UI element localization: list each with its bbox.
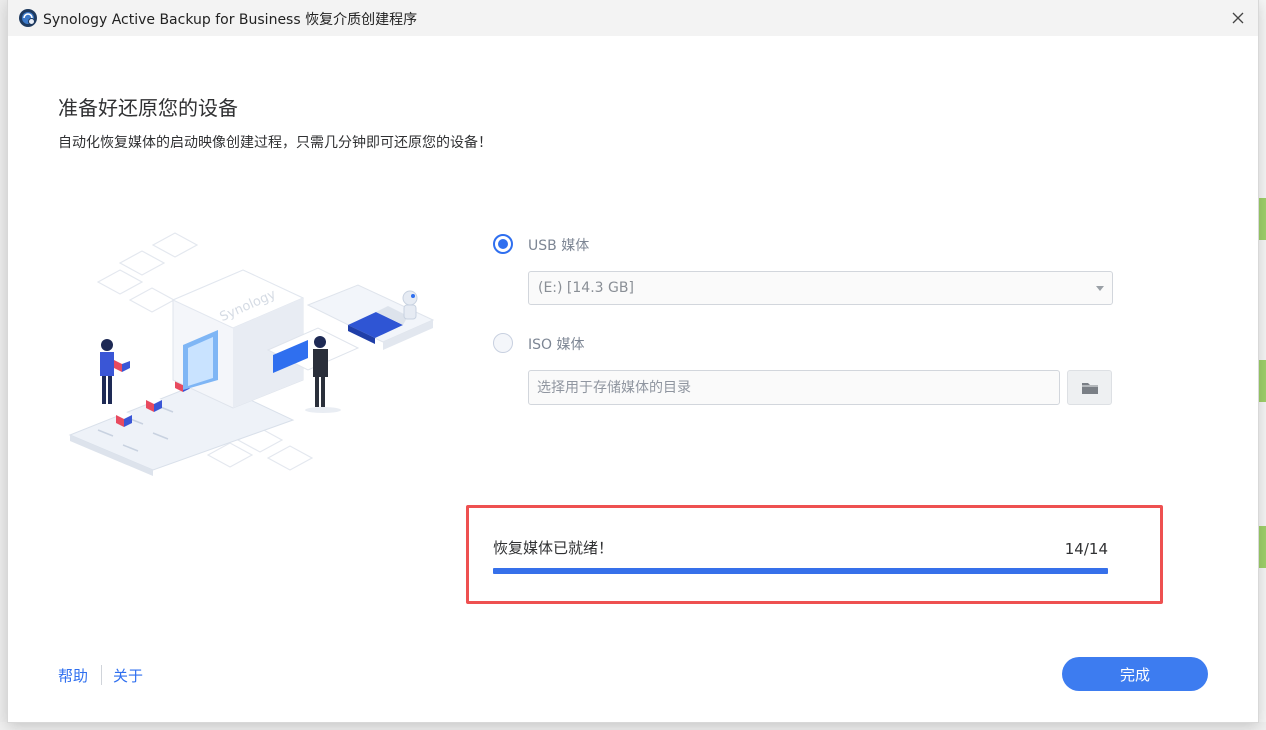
page-subtitle: 自动化恢复媒体的启动映像创建过程，只需几分钟即可还原您的设备！ bbox=[58, 135, 492, 151]
footer-divider bbox=[101, 665, 102, 685]
background-green-tab bbox=[1258, 360, 1266, 402]
progress-step-count: 14/14 bbox=[1064, 540, 1108, 558]
page-title: 准备好还原您的设备 bbox=[58, 96, 238, 120]
chevron-down-icon bbox=[1096, 286, 1104, 291]
usb-drive-value: (E:) [14.3 GB] bbox=[538, 280, 634, 296]
finish-button[interactable]: 完成 bbox=[1062, 657, 1208, 691]
close-button[interactable] bbox=[1224, 4, 1252, 32]
usb-media-label[interactable]: USB 媒体 bbox=[528, 235, 589, 255]
iso-media-label[interactable]: ISO 媒体 bbox=[528, 334, 585, 354]
restore-illustration: Synology bbox=[68, 232, 435, 476]
progress-bar-fill bbox=[493, 568, 1108, 574]
browse-folder-button[interactable] bbox=[1067, 370, 1112, 405]
about-link[interactable]: 关于 bbox=[113, 665, 143, 686]
usb-media-radio[interactable] bbox=[493, 234, 513, 254]
usb-drive-select[interactable]: (E:) [14.3 GB] bbox=[528, 271, 1113, 305]
progress-bar bbox=[493, 568, 1108, 574]
window-title: Synology Active Backup for Business 恢复介质… bbox=[43, 12, 418, 28]
background-green-tab bbox=[1258, 526, 1266, 568]
recovery-media-dialog: Synology Active Backup for Business 恢复介质… bbox=[8, 0, 1258, 722]
background-app-bottom bbox=[0, 722, 1266, 730]
progress-status-text: 恢复媒体已就绪！ bbox=[493, 539, 614, 557]
iso-media-radio[interactable] bbox=[493, 333, 513, 353]
background-green-tab bbox=[1258, 198, 1266, 240]
help-link[interactable]: 帮助 bbox=[58, 665, 88, 686]
title-bar: Synology Active Backup for Business 恢复介质… bbox=[8, 0, 1258, 36]
app-logo-icon bbox=[19, 9, 37, 27]
close-icon bbox=[1232, 12, 1244, 24]
iso-directory-input[interactable] bbox=[528, 370, 1060, 405]
folder-icon bbox=[1081, 382, 1098, 394]
